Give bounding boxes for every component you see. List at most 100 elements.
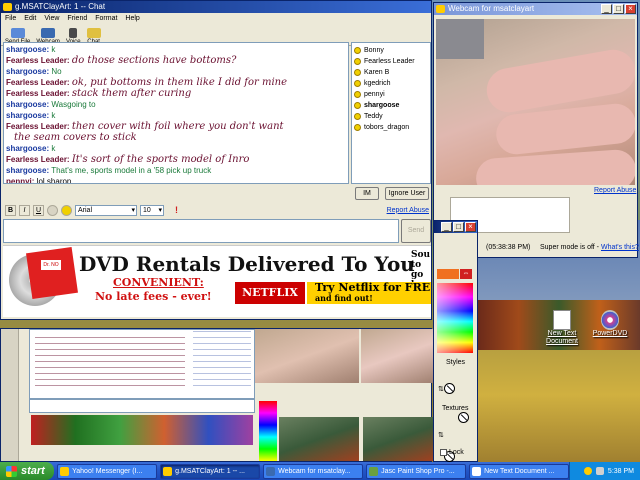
task-label: New Text Document ... xyxy=(484,467,555,475)
message-sender[interactable]: pennyi: xyxy=(6,177,34,183)
swap-colors-icon[interactable]: ⇔ xyxy=(460,269,472,279)
report-abuse-link[interactable]: Report Abuse xyxy=(387,207,429,214)
task-app-icon xyxy=(472,466,482,476)
message-sender[interactable]: Fearless Leader: xyxy=(6,56,70,65)
webcam-titlebar[interactable]: Webcam for msatclayart _ □ × xyxy=(434,3,637,15)
im-button[interactable]: IM xyxy=(355,187,379,200)
chat-message: shargoose: k xyxy=(6,110,346,121)
chat-message: pennyi: lol sharon xyxy=(6,176,346,183)
user-item[interactable]: Teddy xyxy=(354,111,428,122)
lock-checkbox[interactable]: Lock xyxy=(440,449,464,456)
close-button[interactable]: × xyxy=(625,4,636,14)
style-null-icon[interactable] xyxy=(444,383,455,394)
message-sender[interactable]: shargoose: xyxy=(6,166,49,175)
clock[interactable]: 5:38 PM xyxy=(608,468,634,475)
taskbar-button[interactable]: Webcam for msatclay... xyxy=(263,463,364,479)
video-finger xyxy=(474,148,635,185)
close-button[interactable]: × xyxy=(465,222,476,232)
start-button[interactable]: start xyxy=(0,462,55,480)
italic-button[interactable]: I xyxy=(19,204,30,216)
user-item[interactable]: Karen B xyxy=(354,67,428,78)
volume-icon[interactable] xyxy=(595,467,604,475)
font-size-select[interactable]: 10 xyxy=(140,204,164,216)
message-text: Wasgoing to xyxy=(51,100,96,109)
underline-button[interactable]: U xyxy=(33,204,44,216)
message-input[interactable] xyxy=(3,219,399,243)
menu-help[interactable]: Help xyxy=(125,13,139,24)
user-item[interactable]: tobors_dragon xyxy=(354,122,428,133)
taskbar-button[interactable]: New Text Document ... xyxy=(469,463,570,479)
taskbar-button[interactable]: Yahoo! Messenger (I... xyxy=(57,463,158,479)
user-item[interactable]: Fearless Leader xyxy=(354,56,428,67)
message-text: k xyxy=(51,111,56,120)
ad-try-netflix: Try Netflix for FRE and find out! xyxy=(307,282,431,304)
ad-try-sub: and find out! xyxy=(315,293,373,303)
menu-file[interactable]: File xyxy=(5,13,16,24)
swap-arrow-icon[interactable]: ⇅ xyxy=(438,385,444,393)
maximize-button[interactable]: □ xyxy=(613,4,624,14)
menu-view[interactable]: View xyxy=(44,13,59,24)
netflix-envelope-image xyxy=(26,247,78,299)
taskbar-button[interactable]: Jasc Paint Shop Pro -... xyxy=(366,463,467,479)
tray-icon[interactable] xyxy=(583,467,592,475)
powerdvd-icon xyxy=(601,310,619,330)
task-app-icon xyxy=(369,466,379,476)
chat-log[interactable]: shargoose: k Fearless Leader: do those se… xyxy=(3,42,349,184)
chat-message: Fearless Leader: It's sort of the sports… xyxy=(6,154,346,165)
super-mode-text: Super mode is off - xyxy=(540,244,600,251)
chat-titlebar[interactable]: g.MSATClayArt: 1 -- Chat xyxy=(1,1,431,13)
ignore-user-button[interactable]: Ignore User xyxy=(385,187,429,200)
message-sender[interactable]: shargoose: xyxy=(6,111,49,120)
emoticon-icon[interactable] xyxy=(61,204,72,216)
whats-this-link[interactable]: What's this? xyxy=(601,244,639,251)
task-app-icon xyxy=(60,466,70,476)
menu-format[interactable]: Format xyxy=(95,13,117,24)
desktop-icon-new-text-document[interactable]: New Text Document xyxy=(540,310,584,346)
bold-button[interactable]: B xyxy=(5,204,16,216)
user-list[interactable]: Bonny Fearless Leader Karen B kgedrich penny… xyxy=(351,42,431,184)
color-spectrum[interactable] xyxy=(437,283,473,353)
message-sender[interactable]: shargoose: xyxy=(6,67,49,76)
restore-button[interactable]: □ xyxy=(453,222,464,232)
style-null-icon-2[interactable] xyxy=(458,412,469,423)
alert-icon[interactable]: ! xyxy=(175,205,178,215)
message-text: k xyxy=(51,45,56,54)
user-item[interactable]: pennyi xyxy=(354,89,428,100)
user-item[interactable]: Bonny xyxy=(354,45,428,56)
netflix-ad-banner[interactable]: Dr. NO DVD Rentals Delivered To You Sou … xyxy=(3,245,431,317)
message-sender[interactable]: Fearless Leader: xyxy=(6,122,70,131)
palette-titlebar[interactable]: _ □ × xyxy=(434,221,477,233)
message-text: ok, put bottoms in them like I did for m… xyxy=(71,77,288,88)
minimize-button[interactable]: _ xyxy=(601,4,612,14)
smiley-icon xyxy=(354,80,361,87)
menu-friend[interactable]: Friend xyxy=(67,13,87,24)
report-abuse-link[interactable]: Report Abuse xyxy=(594,187,636,194)
message-text: do those sections have bottoms? xyxy=(71,55,237,66)
message-sender[interactable]: Fearless Leader: xyxy=(6,89,70,98)
font-select[interactable]: Arial xyxy=(75,204,137,216)
menu-edit[interactable]: Edit xyxy=(24,13,36,24)
message-sender[interactable]: Fearless Leader: xyxy=(6,78,70,87)
microphone-icon xyxy=(69,28,78,38)
desktop-icon-powerdvd[interactable]: PowerDVD xyxy=(588,310,632,338)
chat-message: shargoose: k xyxy=(6,44,346,55)
minimize-button[interactable]: _ xyxy=(441,222,452,232)
chat-message: Fearless Leader: do those sections have … xyxy=(6,55,346,66)
taskbar-button[interactable]: g.MSATClayArt: 1 -- ... xyxy=(160,463,261,479)
foreground-color-swatch[interactable] xyxy=(437,269,459,279)
message-sender[interactable]: shargoose: xyxy=(6,144,49,153)
chat-window: g.MSATClayArt: 1 -- Chat File Edit View … xyxy=(0,0,432,320)
psp-color-palette[interactable] xyxy=(259,401,277,461)
chat-menubar: File Edit View Friend Format Help xyxy=(1,13,431,24)
text-color-icon[interactable] xyxy=(47,204,58,216)
send-file-icon xyxy=(10,28,25,38)
user-item[interactable]: shargoose xyxy=(354,100,428,111)
send-button[interactable]: Send xyxy=(401,219,431,243)
user-item[interactable]: kgedrich xyxy=(354,78,428,89)
swap-arrow-icon[interactable]: ⇅ xyxy=(438,431,444,439)
message-sender[interactable]: shargoose: xyxy=(6,45,49,54)
text-document-icon xyxy=(553,310,571,330)
message-sender[interactable]: Fearless Leader: xyxy=(6,155,70,164)
message-sender[interactable]: shargoose: xyxy=(6,100,49,109)
psp-tool-palette[interactable] xyxy=(1,329,19,461)
